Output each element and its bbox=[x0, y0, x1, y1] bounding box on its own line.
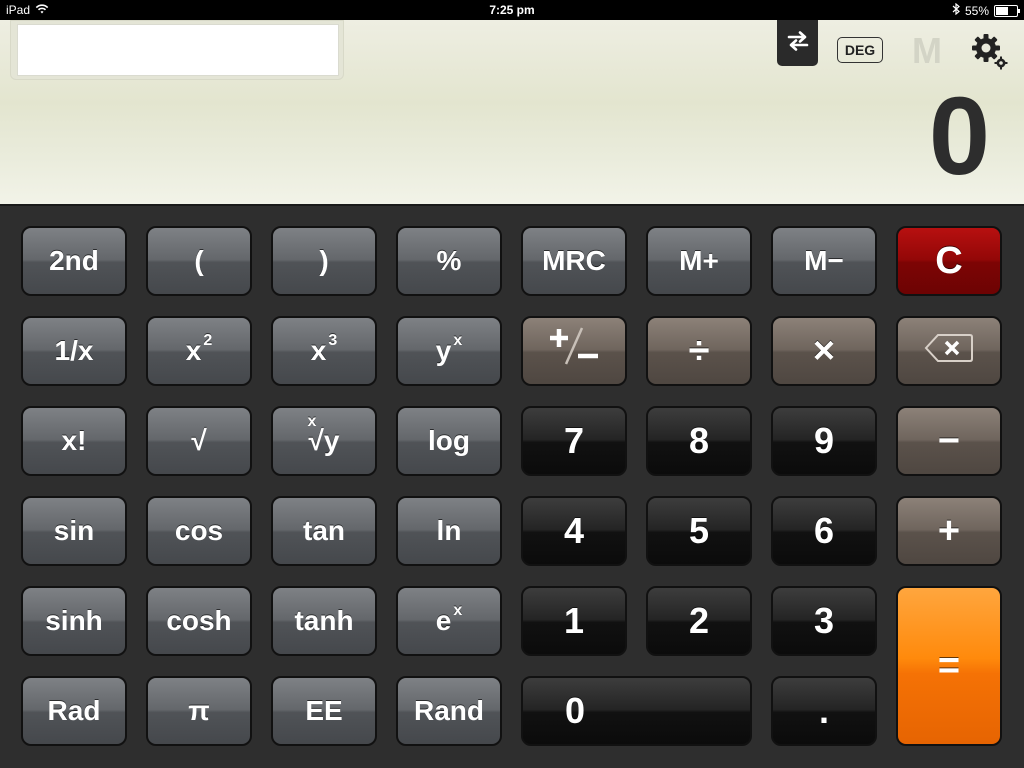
digit-4-button[interactable]: 4 bbox=[521, 496, 627, 566]
digit-5-button[interactable]: 5 bbox=[646, 496, 752, 566]
clear-button[interactable]: C bbox=[896, 226, 1002, 296]
percent-button[interactable]: % bbox=[396, 226, 502, 296]
digit-2-button[interactable]: 2 bbox=[646, 586, 752, 656]
cos-button[interactable]: cos bbox=[146, 496, 252, 566]
swap-button[interactable] bbox=[777, 20, 818, 66]
sinh-button[interactable]: sinh bbox=[21, 586, 127, 656]
log-button[interactable]: log bbox=[396, 406, 502, 476]
result-value: 0 bbox=[928, 75, 990, 198]
square-button[interactable]: x2 bbox=[146, 316, 252, 386]
memory-plus-button[interactable]: M+ bbox=[646, 226, 752, 296]
tan-button[interactable]: tan bbox=[271, 496, 377, 566]
calculator-display: DEG M 0 bbox=[0, 20, 1024, 204]
power-base: y bbox=[435, 335, 452, 366]
digit-1-button[interactable]: 1 bbox=[521, 586, 627, 656]
backspace-button[interactable] bbox=[896, 316, 1002, 386]
rad-button[interactable]: Rad bbox=[21, 676, 127, 746]
second-function-button[interactable]: 2nd bbox=[21, 226, 127, 296]
history-panel[interactable] bbox=[10, 20, 344, 80]
backspace-icon bbox=[924, 330, 974, 373]
exp-button[interactable]: ex bbox=[396, 586, 502, 656]
digit-7-button[interactable]: 7 bbox=[521, 406, 627, 476]
digit-3-button[interactable]: 3 bbox=[771, 586, 877, 656]
battery-icon bbox=[994, 4, 1020, 17]
ee-button[interactable]: EE bbox=[271, 676, 377, 746]
square-exponent: 2 bbox=[203, 332, 213, 349]
cube-base: x bbox=[310, 335, 327, 366]
status-time: 7:25 pm bbox=[489, 3, 535, 17]
square-base: x bbox=[185, 335, 202, 366]
memory-minus-button[interactable]: M− bbox=[771, 226, 877, 296]
subtract-button[interactable]: − bbox=[896, 406, 1002, 476]
rand-button[interactable]: Rand bbox=[396, 676, 502, 746]
decimal-point-button[interactable]: . bbox=[771, 676, 877, 746]
pi-button[interactable]: π bbox=[146, 676, 252, 746]
cube-exponent: 3 bbox=[328, 332, 338, 349]
nth-root-button[interactable]: x √y bbox=[271, 406, 377, 476]
power-button[interactable]: yx bbox=[396, 316, 502, 386]
nth-root-symbol: x √y bbox=[308, 413, 340, 457]
exp-base: e bbox=[435, 605, 452, 636]
digit-9-button[interactable]: 9 bbox=[771, 406, 877, 476]
settings-button[interactable] bbox=[970, 32, 1010, 72]
bluetooth-icon bbox=[952, 2, 960, 18]
open-paren-button[interactable]: ( bbox=[146, 226, 252, 296]
ln-button[interactable]: ln bbox=[396, 496, 502, 566]
exp-exponent: x bbox=[453, 602, 463, 619]
tanh-button[interactable]: tanh bbox=[271, 586, 377, 656]
digit-6-button[interactable]: 6 bbox=[771, 496, 877, 566]
root-index: x bbox=[307, 413, 317, 430]
equals-button[interactable]: = bbox=[896, 586, 1002, 746]
memory-recall-clear-button[interactable]: MRC bbox=[521, 226, 627, 296]
factorial-button[interactable]: x! bbox=[21, 406, 127, 476]
angle-mode-button[interactable]: DEG bbox=[837, 37, 883, 63]
cosh-button[interactable]: cosh bbox=[146, 586, 252, 656]
battery-percent: 55% bbox=[964, 3, 989, 18]
reciprocal-button[interactable]: 1/x bbox=[21, 316, 127, 386]
sin-button[interactable]: sin bbox=[21, 496, 127, 566]
close-paren-button[interactable]: ) bbox=[271, 226, 377, 296]
gear-icon bbox=[970, 34, 1010, 76]
add-button[interactable]: + bbox=[896, 496, 1002, 566]
memory-indicator: M bbox=[912, 30, 942, 71]
battery-fill bbox=[996, 6, 1009, 15]
digit-0-button[interactable]: 0 bbox=[521, 676, 752, 746]
multiply-button[interactable]: × bbox=[771, 316, 877, 386]
power-exponent: x bbox=[453, 332, 463, 349]
keypad: 2nd ( ) % MRC M+ M− C 1/x x2 x3 yx ÷ × x… bbox=[0, 204, 1024, 768]
history-field[interactable] bbox=[17, 24, 339, 76]
swap-arrows-icon bbox=[786, 30, 810, 57]
digit-8-button[interactable]: 8 bbox=[646, 406, 752, 476]
status-right: 55% bbox=[952, 2, 1020, 18]
plus-minus-button[interactable] bbox=[521, 316, 627, 386]
cube-button[interactable]: x3 bbox=[271, 316, 377, 386]
status-bar: iPad 7:25 pm 55% bbox=[0, 0, 1024, 20]
square-root-button[interactable]: √ bbox=[146, 406, 252, 476]
plus-minus-icon bbox=[542, 324, 606, 378]
divide-button[interactable]: ÷ bbox=[646, 316, 752, 386]
